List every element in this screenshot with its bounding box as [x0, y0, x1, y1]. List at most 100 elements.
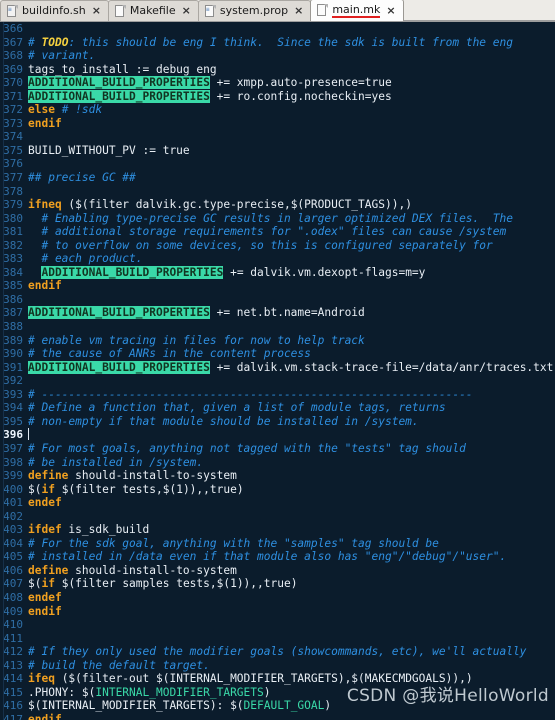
- code-line[interactable]: 393 # -----------------------------------…: [0, 388, 555, 402]
- code-line-text[interactable]: ifneq ($(filter dalvik.gc.type-precise,$…: [27, 198, 555, 212]
- code-line-text[interactable]: # non-empty if that module should be ins…: [27, 415, 555, 429]
- code-line-text[interactable]: endif: [27, 713, 555, 720]
- close-icon[interactable]: ×: [182, 5, 191, 16]
- code-line[interactable]: 385 endif: [0, 279, 555, 293]
- code-line-text[interactable]: ADDITIONAL_BUILD_PROPERTIES += dalvik.vm…: [27, 265, 555, 280]
- code-line[interactable]: 401 endef: [0, 496, 555, 510]
- code-line[interactable]: 382 # to overflow on some devices, so th…: [0, 239, 555, 253]
- code-line[interactable]: 414 ifeq ($(filter-out $(INTERNAL_MODIFIE…: [0, 672, 555, 686]
- code-line[interactable]: 368 # variant.: [0, 49, 555, 63]
- code-line-text[interactable]: define should-install-to-system: [27, 564, 555, 578]
- code-line[interactable]: 369 tags_to_install := debug eng: [0, 63, 555, 77]
- code-line-text[interactable]: # TODO: this should be eng I think. Sinc…: [27, 36, 555, 50]
- code-line[interactable]: 391 ADDITIONAL_BUILD_PROPERTIES += dalvik…: [0, 360, 555, 375]
- code-line-text[interactable]: # build the default target.: [27, 659, 555, 673]
- code-line-text[interactable]: $(INTERNAL_MODIFIER_TARGETS): $(DEFAULT_…: [27, 699, 555, 713]
- code-line[interactable]: 379 ifneq ($(filter dalvik.gc.type-precis…: [0, 198, 555, 212]
- close-icon[interactable]: ×: [294, 5, 303, 16]
- code-line[interactable]: 410: [0, 618, 555, 632]
- code-line[interactable]: 396: [0, 428, 555, 442]
- code-line[interactable]: 407 $(if $(filter samples tests,$(1)),,tr…: [0, 577, 555, 591]
- code-line-text[interactable]: tags_to_install := debug eng: [27, 63, 555, 77]
- code-line[interactable]: 417 endif: [0, 713, 555, 720]
- code-line-text[interactable]: $(if $(filter samples tests,$(1)),,true): [27, 577, 555, 591]
- code-line-text[interactable]: ADDITIONAL_BUILD_PROPERTIES += dalvik.vm…: [27, 360, 555, 375]
- code-line[interactable]: 380 # Enabling type-precise GC results i…: [0, 212, 555, 226]
- code-line-text[interactable]: .PHONY: $(INTERNAL_MODIFIER_TARGETS): [27, 686, 555, 700]
- editor-tab-system-prop[interactable]: ≡ system.prop ×: [197, 0, 312, 21]
- code-line[interactable]: 399 define should-install-to-system: [0, 469, 555, 483]
- editor-tab-buildinfo-sh[interactable]: ≡ buildinfo.sh ×: [0, 0, 109, 21]
- code-line[interactable]: 404 # For the sdk goal, anything with the…: [0, 537, 555, 551]
- code-line-text[interactable]: # installed in /data even if that module…: [27, 550, 555, 564]
- code-line[interactable]: 416 $(INTERNAL_MODIFIER_TARGETS): $(DEFAU…: [0, 699, 555, 713]
- code-line[interactable]: 397 # For most goals, anything not tagged…: [0, 442, 555, 456]
- code-line[interactable]: 378: [0, 185, 555, 199]
- code-line-text[interactable]: endif: [27, 117, 555, 131]
- code-line[interactable]: 392: [0, 374, 555, 388]
- code-line[interactable]: 381 # additional storage requirements fo…: [0, 225, 555, 239]
- code-line[interactable]: 375 BUILD_WITHOUT_PV := true: [0, 144, 555, 158]
- code-line[interactable]: 411: [0, 632, 555, 646]
- code-line-text[interactable]: endif: [27, 605, 555, 619]
- code-line-text[interactable]: # additional storage requirements for ".…: [27, 225, 555, 239]
- code-line[interactable]: 395 # non-empty if that module should be …: [0, 415, 555, 429]
- code-line[interactable]: 408 endef: [0, 591, 555, 605]
- code-line[interactable]: 384 ADDITIONAL_BUILD_PROPERTIES += dalvi…: [0, 265, 555, 280]
- code-line-text[interactable]: ADDITIONAL_BUILD_PROPERTIES += ro.config…: [27, 89, 555, 104]
- code-line[interactable]: 386: [0, 293, 555, 307]
- code-line[interactable]: 367 # TODO: this should be eng I think. S…: [0, 36, 555, 50]
- code-line[interactable]: 366: [0, 22, 555, 36]
- code-line-text[interactable]: endef: [27, 591, 555, 605]
- code-line-text[interactable]: # For the sdk goal, anything with the "s…: [27, 537, 555, 551]
- code-line[interactable]: 377 ## precise GC ##: [0, 171, 555, 185]
- code-line[interactable]: 376: [0, 157, 555, 171]
- code-line[interactable]: 402: [0, 510, 555, 524]
- code-line[interactable]: 394 # Define a function that, given a lis…: [0, 401, 555, 415]
- code-line-text[interactable]: ifeq ($(filter-out $(INTERNAL_MODIFIER_T…: [27, 672, 555, 686]
- code-line-text[interactable]: # the cause of ANRs in the content proce…: [27, 347, 555, 361]
- code-line-text[interactable]: ## precise GC ##: [27, 171, 555, 185]
- code-line[interactable]: 412 # If they only used the modifier goal…: [0, 645, 555, 659]
- code-line-text[interactable]: # Define a function that, given a list o…: [27, 401, 555, 415]
- code-line[interactable]: 415 .PHONY: $(INTERNAL_MODIFIER_TARGETS): [0, 686, 555, 700]
- code-line-text[interactable]: define should-install-to-system: [27, 469, 555, 483]
- code-line[interactable]: 383 # each product.: [0, 252, 555, 266]
- code-line[interactable]: 387 ADDITIONAL_BUILD_PROPERTIES += net.bt…: [0, 306, 555, 320]
- code-line[interactable]: 400 $(if $(filter tests,$(1)),,true): [0, 483, 555, 497]
- close-icon[interactable]: ×: [386, 5, 395, 16]
- code-line[interactable]: 398 # be installed in /system.: [0, 456, 555, 470]
- code-line-text[interactable]: # each product.: [27, 252, 555, 266]
- code-line[interactable]: 409 endif: [0, 605, 555, 619]
- editor-tab-main-mk[interactable]: main.mk ×: [310, 0, 404, 21]
- code-line[interactable]: 388: [0, 320, 555, 334]
- code-line-text[interactable]: # be installed in /system.: [27, 456, 555, 470]
- code-line-text[interactable]: # variant.: [27, 49, 555, 63]
- code-line[interactable]: 372 else # !sdk: [0, 103, 555, 117]
- code-line-text[interactable]: ADDITIONAL_BUILD_PROPERTIES += xmpp.auto…: [27, 76, 555, 90]
- code-line-text[interactable]: ifdef is_sdk_build: [27, 523, 555, 537]
- code-line[interactable]: 405 # installed in /data even if that mod…: [0, 550, 555, 564]
- code-line-text[interactable]: BUILD_WITHOUT_PV := true: [27, 144, 555, 158]
- code-line[interactable]: 390 # the cause of ANRs in the content pr…: [0, 347, 555, 361]
- code-line-text[interactable]: # enable vm tracing in files for now to …: [27, 334, 555, 348]
- code-line-text[interactable]: else # !sdk: [27, 103, 555, 117]
- code-line[interactable]: 413 # build the default target.: [0, 659, 555, 673]
- code-line-text[interactable]: $(if $(filter tests,$(1)),,true): [27, 483, 555, 497]
- code-line-text[interactable]: # to overflow on some devices, so this i…: [27, 239, 555, 253]
- code-line[interactable]: 370 ADDITIONAL_BUILD_PROPERTIES += xmpp.a…: [0, 76, 555, 90]
- editor-tab-makefile[interactable]: Makefile ×: [107, 0, 199, 21]
- code-line-text[interactable]: endef: [27, 496, 555, 510]
- code-line[interactable]: 371 ADDITIONAL_BUILD_PROPERTIES += ro.con…: [0, 89, 555, 104]
- code-line-text[interactable]: # Enabling type-precise GC results in la…: [27, 212, 555, 226]
- code-line[interactable]: 374: [0, 130, 555, 144]
- code-line-text[interactable]: # If they only used the modifier goals (…: [27, 645, 555, 659]
- code-line-text[interactable]: [27, 428, 555, 442]
- code-line[interactable]: 403 ifdef is_sdk_build: [0, 523, 555, 537]
- code-editor-pane[interactable]: 366 367 # TODO: this should be eng I think…: [0, 22, 555, 720]
- code-line-text[interactable]: ADDITIONAL_BUILD_PROPERTIES += net.bt.na…: [27, 306, 555, 320]
- close-icon[interactable]: ×: [92, 5, 101, 16]
- code-line[interactable]: 389 # enable vm tracing in files for now …: [0, 334, 555, 348]
- code-line[interactable]: 406 define should-install-to-system: [0, 564, 555, 578]
- code-line-text[interactable]: # --------------------------------------…: [27, 388, 555, 402]
